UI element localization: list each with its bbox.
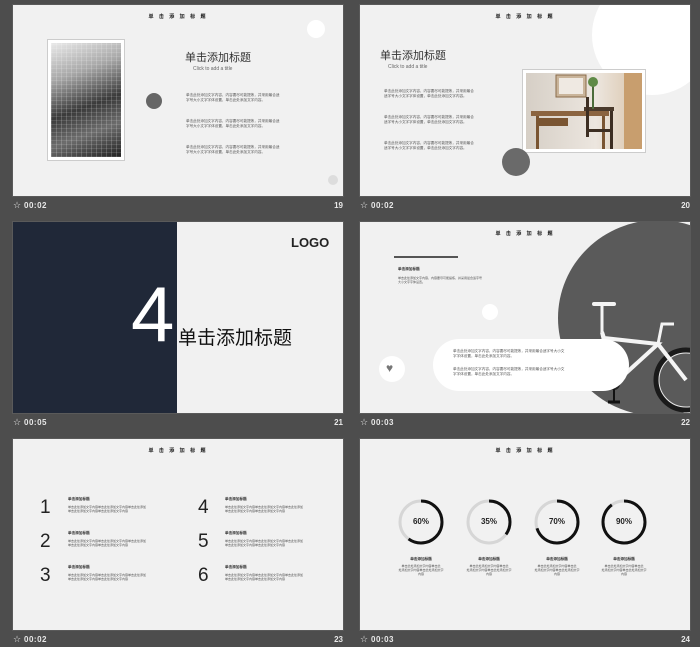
decor-circle bbox=[307, 20, 325, 38]
slide-thumbnail-24[interactable]: 单 击 添 加 标 题 60% 35% 70% 90% 单击添加标题 单击此处添… bbox=[359, 438, 691, 647]
ring-value: 70% bbox=[548, 517, 565, 526]
text-block: 单击此处添加文字内容，内容要尽可能提炼，并采用最合适字号大小文字字体设置，单击此… bbox=[384, 141, 474, 150]
callout-pill: 单击此处添加文字内容，内容要尽可能提炼，并采用最合适字号大小文 字字体设置，单击此… bbox=[433, 339, 629, 391]
list-item: 单击添加标题 单击此处添加文字内容单击此处添加文字内容单击此处添加 单击此处添加… bbox=[68, 565, 147, 581]
progress-ring: 35% bbox=[464, 497, 514, 547]
slide-meta: ☆ 00:02 20 bbox=[360, 196, 690, 214]
transition-icon: ☆ bbox=[13, 200, 22, 210]
callout-text: 单击此处添加文字内容，内容要尽可能提炼，并采用最合适字号大小文 字字体设置，单击此… bbox=[453, 349, 565, 358]
slide-meta: ☆ 00:02 19 bbox=[13, 196, 343, 214]
decor-circle bbox=[482, 304, 498, 320]
slide-header: 单 击 添 加 标 题 bbox=[495, 14, 555, 20]
slide-header: 单 击 添 加 标 题 bbox=[495, 231, 555, 237]
slide-number: 21 bbox=[334, 418, 343, 427]
slide-timing: 00:02 bbox=[371, 201, 394, 210]
transition-icon: ☆ bbox=[360, 634, 369, 644]
item-number: 2 bbox=[40, 531, 51, 552]
text-block: 单击此处添加文字内容，内容要尽可能提炼，并采用最合适字号大小文字字体设置，单击此… bbox=[384, 89, 474, 98]
ring-caption: 单击添加标题 单击此处添加文字内容单击此 处添加文字内容单击此处添加文字 内容 bbox=[398, 557, 444, 576]
ring-value: 35% bbox=[480, 517, 497, 526]
progress-ring: 90% bbox=[599, 497, 649, 547]
slide-header: 单 击 添 加 标 题 bbox=[495, 448, 555, 454]
decor-circle bbox=[502, 148, 530, 176]
list-item: 单击添加标题 单击此处添加文字内容单击此处添加文字内容单击此处添加 单击此处添加… bbox=[225, 531, 304, 547]
slide-thumbnail-23[interactable]: 单 击 添 加 标 题 1 单击添加标题 单击此处添加文字内容单击此处添加文字内… bbox=[12, 438, 344, 647]
callout-text: 单击此处添加文字内容，内容要尽可能提炼，并采用最合适字号大小文 字字体设置，单击此… bbox=[453, 367, 565, 376]
slide-23[interactable]: 单 击 添 加 标 题 1 单击添加标题 单击此处添加文字内容单击此处添加文字内… bbox=[12, 438, 344, 631]
slide-meta: ☆ 00:03 24 bbox=[360, 630, 690, 647]
item-number: 3 bbox=[40, 565, 51, 586]
list-item: 单击添加标题 单击此处添加文字内容单击此处添加文字内容单击此处添加 单击此处添加… bbox=[225, 497, 304, 513]
transition-icon: ☆ bbox=[360, 200, 369, 210]
ring-caption: 单击添加标题 单击此处添加文字内容单击此 处添加文字内容单击此处添加文字 内容 bbox=[466, 557, 512, 576]
transition-icon: ☆ bbox=[13, 417, 22, 427]
section-number: 4 bbox=[131, 270, 175, 358]
ring-caption: 单击添加标题 单击此处添加文字内容单击此 处添加文字内容单击此处添加文字 内容 bbox=[601, 557, 647, 576]
slide-number: 19 bbox=[334, 201, 343, 210]
section-title: 单击添加标题 bbox=[178, 328, 293, 349]
heart-badge: ♥ bbox=[379, 356, 405, 382]
text-block: 单击此处添加文字内容，内容要尽可能提炼，并采用最合适字号大小文字字体设置，单击此… bbox=[186, 119, 280, 128]
slide-header: 单 击 添 加 标 题 bbox=[148, 14, 208, 20]
slide-number: 20 bbox=[681, 201, 690, 210]
transition-icon: ☆ bbox=[360, 417, 369, 427]
slide-19[interactable]: 单 击 添 加 标 题 单击添加标题 Click to add a title … bbox=[12, 4, 344, 197]
item-number: 5 bbox=[198, 531, 209, 552]
building-photo bbox=[47, 39, 125, 161]
text-block: 单击此处添加文字内容，内容要尽可能提炼，并采用最合适字号大小文字字体设置，单击此… bbox=[186, 93, 280, 102]
slide-title: 单击添加标题 bbox=[185, 52, 251, 64]
slide-title: 单击添加标题 bbox=[380, 50, 446, 62]
item-number: 4 bbox=[198, 497, 209, 518]
slide-timing: 00:02 bbox=[24, 201, 47, 210]
slide-timing: 00:03 bbox=[371, 635, 394, 644]
slide-timing: 00:02 bbox=[24, 635, 47, 644]
text-block: 单击此处添加文字内容，内容要尽可能提炼，并采用最合适字号大小文字字体设置，单击此… bbox=[186, 145, 280, 154]
text-block: 单击此处添加文字内容，内容要尽可能提炼，并采用最合适字号大小文字字体设置，单击此… bbox=[384, 115, 474, 124]
ring-value: 90% bbox=[615, 517, 632, 526]
slide-subtitle: Click to add a title bbox=[388, 64, 428, 70]
slide-meta: ☆ 00:05 21 bbox=[13, 413, 343, 431]
slide-thumbnail-21[interactable]: LOGO 4 单击添加标题 ☆ 00:05 21 bbox=[12, 221, 344, 431]
progress-ring: 60% bbox=[396, 497, 446, 547]
list-item: 单击添加标题 单击此处添加文字内容单击此处添加文字内容单击此处添加 单击此处添加… bbox=[225, 565, 304, 581]
heart-icon: ♥ bbox=[386, 361, 394, 375]
transition-icon: ☆ bbox=[13, 634, 22, 644]
slide-meta: ☆ 00:03 22 bbox=[360, 413, 690, 431]
slide-number: 24 bbox=[681, 635, 690, 644]
divider bbox=[394, 256, 458, 258]
list-item: 单击添加标题 单击此处添加文字内容单击此处添加文字内容单击此处添加 单击此处添加… bbox=[68, 497, 147, 513]
slide-timing: 00:03 bbox=[371, 418, 394, 427]
list-item: 单击添加标题 单击此处添加文字内容单击此处添加文字内容单击此处添加 单击此处添加… bbox=[68, 531, 147, 547]
slide-22[interactable]: 单 击 添 加 标 题 单击添加标题 单击此处添加文字内容，内容要尽可能提炼，并… bbox=[359, 221, 691, 414]
slide-header: 单 击 添 加 标 题 bbox=[148, 448, 208, 454]
logo-text: LOGO bbox=[291, 235, 330, 250]
item-text: 单击此处添加文字内容，内容要尽可能提炼，并采用最合适字号 大小文字字体设置。 bbox=[398, 276, 483, 284]
slide-number: 22 bbox=[681, 418, 690, 427]
item-number: 1 bbox=[40, 497, 51, 518]
slide-thumbnail-22[interactable]: 单 击 添 加 标 题 单击添加标题 单击此处添加文字内容，内容要尽可能提炼，并… bbox=[359, 221, 691, 431]
slide-21[interactable]: LOGO 4 单击添加标题 bbox=[12, 221, 344, 414]
progress-ring: 70% bbox=[532, 497, 582, 547]
decor-circle bbox=[146, 93, 162, 109]
slide-thumbnail-19[interactable]: 单 击 添 加 标 题 单击添加标题 Click to add a title … bbox=[12, 4, 344, 214]
item-label: 单击添加标题 bbox=[398, 267, 420, 271]
slide-number: 23 bbox=[334, 635, 343, 644]
slide-thumbnail-20[interactable]: 单 击 添 加 标 题 单击添加标题 Click to add a title … bbox=[359, 4, 691, 214]
ring-caption: 单击添加标题 单击此处添加文字内容单击此 处添加文字内容单击此处添加文字 内容 bbox=[534, 557, 580, 576]
item-number: 6 bbox=[198, 565, 209, 586]
slide-timing: 00:05 bbox=[24, 418, 47, 427]
slide-meta: ☆ 00:02 23 bbox=[13, 630, 343, 647]
slide-20[interactable]: 单 击 添 加 标 题 单击添加标题 Click to add a title … bbox=[359, 4, 691, 197]
decor-circle bbox=[328, 175, 338, 185]
desk-photo bbox=[522, 69, 646, 153]
ring-value: 60% bbox=[412, 517, 429, 526]
slide-24[interactable]: 单 击 添 加 标 题 60% 35% 70% 90% 单击添加标题 单击此处添… bbox=[359, 438, 691, 631]
slide-subtitle: Click to add a title bbox=[193, 66, 233, 72]
